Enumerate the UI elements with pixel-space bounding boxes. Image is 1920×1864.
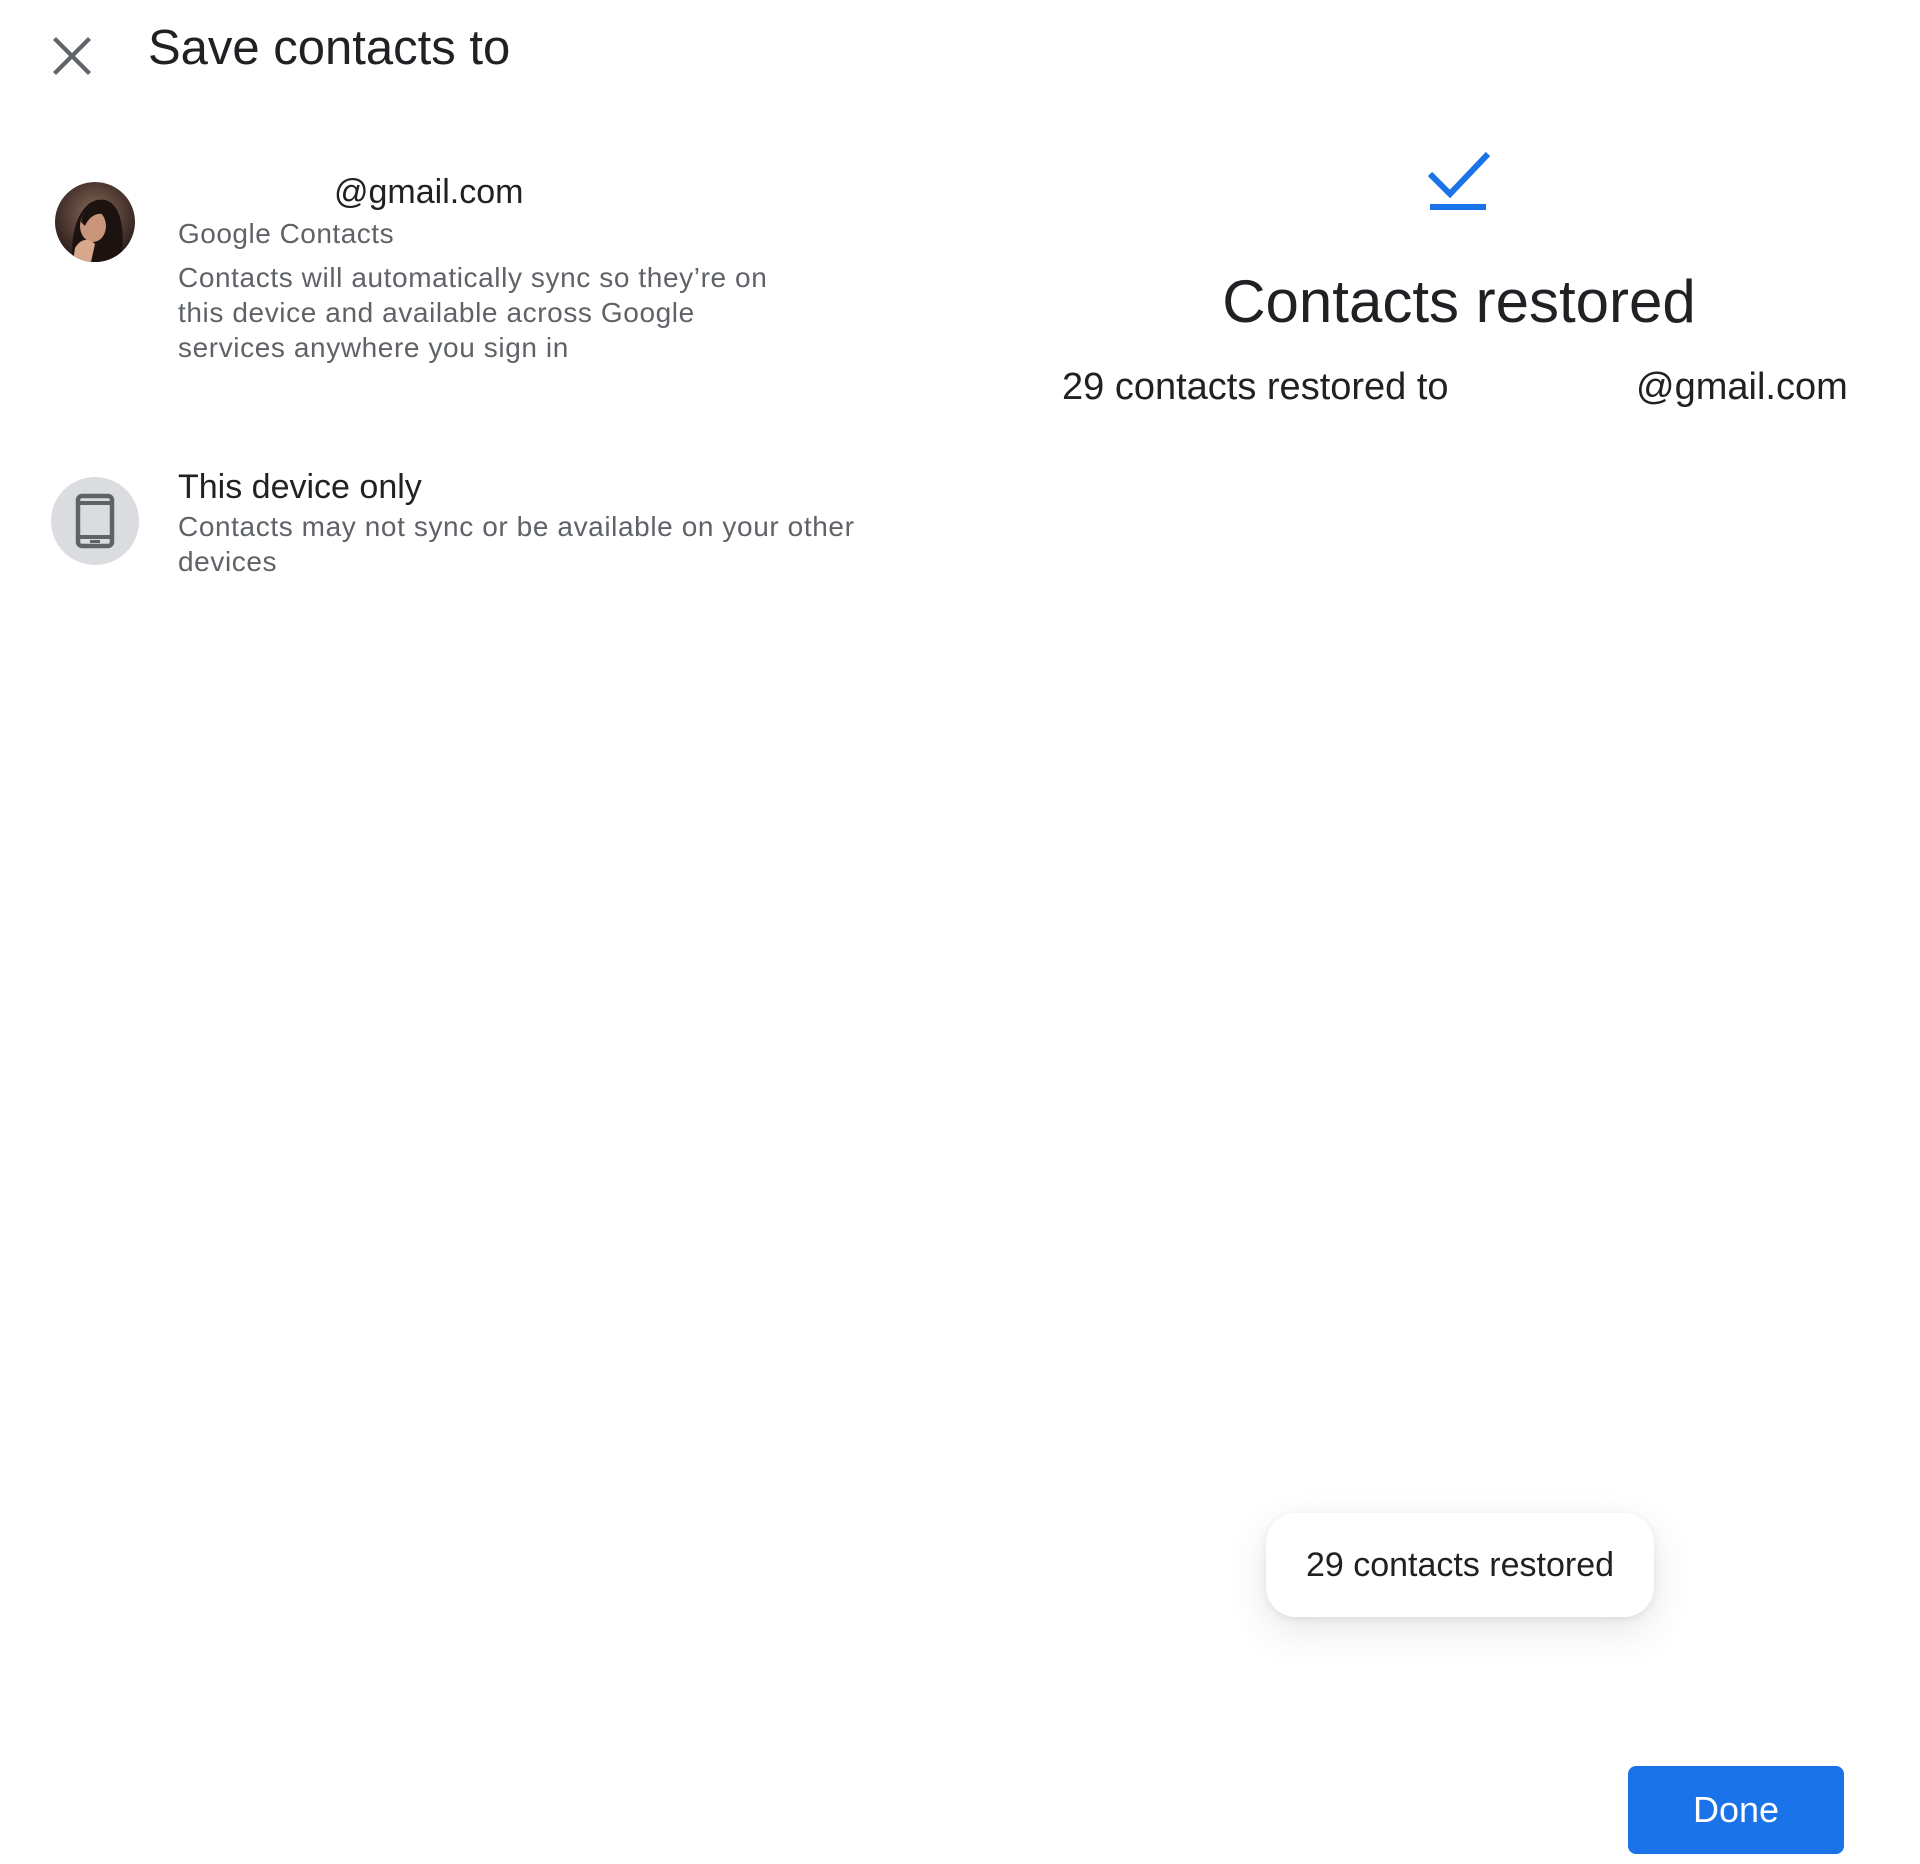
- check-icon: [1427, 151, 1491, 210]
- phone-icon: [75, 493, 115, 549]
- save-option-device-only[interactable]: This device only Contacts may not sync o…: [0, 455, 860, 600]
- account-description: Contacts will automatically sync so they…: [178, 262, 768, 363]
- restored-summary: 29 contacts restored to: [1062, 366, 1449, 408]
- close-icon: [53, 37, 91, 75]
- device-only-title: This device only: [178, 468, 422, 506]
- done-button[interactable]: Done: [1628, 1766, 1844, 1854]
- toast-notification: 29 contacts restored: [1266, 1513, 1654, 1617]
- account-service-label: Google Contacts: [178, 218, 395, 249]
- restored-summary-email: @gmail.com: [1636, 366, 1848, 408]
- account-email: @gmail.com: [334, 173, 524, 211]
- avatar: [55, 182, 135, 262]
- restored-heading: Contacts restored: [1222, 268, 1696, 335]
- device-avatar: [51, 477, 139, 565]
- close-button[interactable]: [40, 24, 104, 88]
- save-option-google-account[interactable]: @gmail.com Google Contacts Contacts will…: [0, 160, 860, 390]
- device-only-description: Contacts may not sync or be available on…: [178, 511, 855, 577]
- page-title: Save contacts to: [148, 21, 511, 75]
